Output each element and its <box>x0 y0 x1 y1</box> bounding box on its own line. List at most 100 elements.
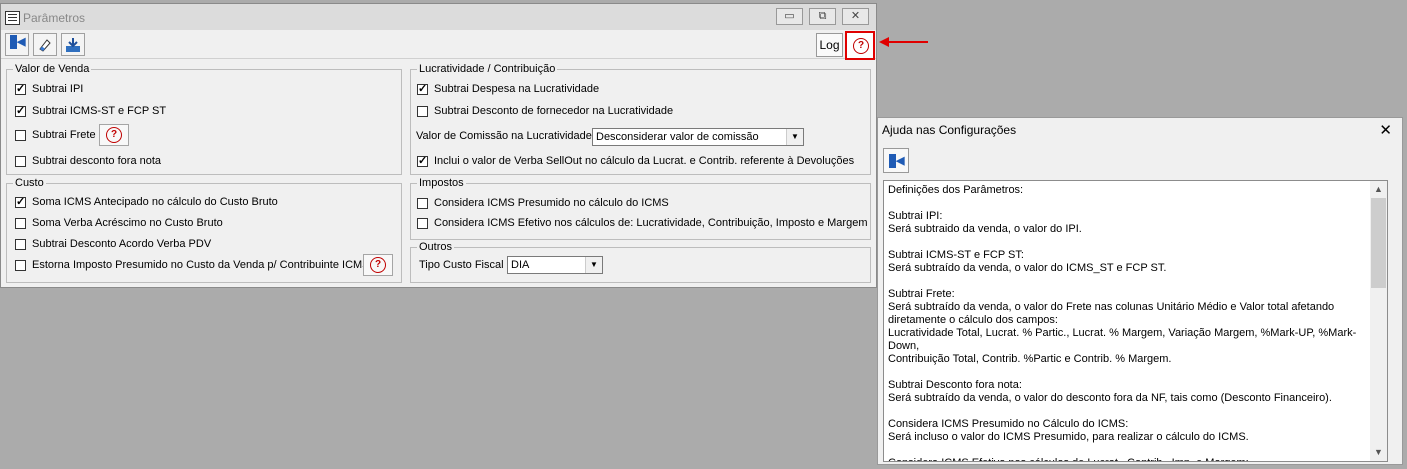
checkbox-box[interactable] <box>15 259 26 271</box>
scroll-up-icon[interactable]: ▲ <box>1370 181 1387 198</box>
exit-button[interactable]: ◀ <box>5 33 29 56</box>
checkbox-label: Subtrai Despesa na Lucratividade <box>434 83 600 95</box>
minimize-button[interactable]: ▭ <box>776 8 803 25</box>
help-text-line: Será subtraido da venda, o valor do IPI. <box>888 223 1082 235</box>
checkbox-box[interactable] <box>15 238 26 250</box>
checkbox-soma-verba-acrescimo[interactable]: Soma Verba Acréscimo no Custo Bruto <box>15 217 223 229</box>
tipo-custo-fiscal-select[interactable]: DIA ▼ <box>507 256 603 274</box>
vertical-scrollbar[interactable]: ▲ ▼ <box>1370 181 1387 461</box>
help-text-line <box>888 405 1367 418</box>
checkbox-box[interactable] <box>15 155 26 167</box>
help-text-line: Subtrai ICMS-ST e FCP ST: <box>888 249 1024 261</box>
checkbox-subtrai-desconto-fornecedor[interactable]: Subtrai Desconto de fornecedor na Lucrat… <box>417 105 673 117</box>
help-text-line <box>888 444 1367 457</box>
comissao-label: Valor de Comissão na Lucratividade: <box>416 130 595 142</box>
close-button[interactable]: ✕ <box>842 8 869 25</box>
checkbox-subtrai-desconto-fora-nota[interactable]: Subtrai desconto fora nota <box>15 155 161 167</box>
help-text-line: Contribuição Total, Contrib. %Partic e C… <box>888 353 1172 365</box>
help-text-line <box>888 275 1367 288</box>
log-button[interactable]: Log <box>816 33 843 57</box>
help-text-line: Será subtraído da venda, o valor do Fret… <box>888 301 1335 313</box>
help-text-line <box>888 236 1367 249</box>
help-exit-button[interactable]: ◀ <box>883 148 909 173</box>
group-legend: Lucratividade / Contribuição <box>419 63 556 75</box>
help-text-line: Considera ICMS Efetivo nos cálculos de L… <box>888 457 1367 461</box>
eraser-button[interactable] <box>33 33 57 56</box>
help-text-line: Considera ICMS Presumido no Cálculo do I… <box>888 418 1129 430</box>
help-window: Ajuda nas Configurações ✕ ◀ Definições d… <box>877 117 1403 465</box>
group-legend: Valor de Venda <box>15 63 90 75</box>
help-text-line: Lucratividade Total, Lucrat. % Partic., … <box>888 327 1357 352</box>
exit-icon: ◀ <box>9 34 25 50</box>
checkbox-box[interactable] <box>15 82 26 95</box>
checkbox-box[interactable] <box>417 154 428 167</box>
checkbox-box[interactable] <box>15 129 26 141</box>
checkbox-soma-icms-antecipado[interactable]: Soma ICMS Antecipado no cálculo do Custo… <box>15 195 278 208</box>
checkbox-box[interactable] <box>15 195 26 208</box>
checkbox-box[interactable] <box>15 104 26 117</box>
help-text-line <box>888 197 1367 210</box>
title-bar: Parâmetros ▭ ⧉ ✕ <box>1 4 876 30</box>
group-legend: Outros <box>419 241 453 253</box>
comissao-value: Desconsiderar valor de comissão <box>596 131 759 143</box>
scroll-down-icon[interactable]: ▼ <box>1370 444 1387 461</box>
checkbox-box[interactable] <box>417 105 428 117</box>
checkbox-considera-icms-presumido[interactable]: Considera ICMS Presumido no cálculo do I… <box>417 197 669 209</box>
tipo-custo-fiscal-label: Tipo Custo Fiscal <box>419 259 504 271</box>
checkbox-label: Considera ICMS Efetivo nos cálculos de: … <box>434 217 868 229</box>
checkbox-inclui-verba-sellout[interactable]: Inclui o valor de Verba SellOut no cálcu… <box>417 154 855 167</box>
chevron-down-icon[interactable]: ▼ <box>786 129 803 145</box>
help-text-line <box>888 366 1367 379</box>
checkbox-box[interactable] <box>417 197 428 209</box>
checkbox-subtrai-despesa[interactable]: Subtrai Despesa na Lucratividade <box>417 82 600 95</box>
help-text-line: diretamente o cálculo dos campos: <box>888 314 1058 326</box>
checkbox-label: Inclui o valor de Verba SellOut no cálcu… <box>434 155 855 167</box>
restore-button[interactable]: ⧉ <box>809 8 836 25</box>
checkbox-label: Considera ICMS Presumido no cálculo do I… <box>434 197 669 209</box>
checkbox-label: Subtrai IPI <box>32 83 84 95</box>
checkbox-box[interactable] <box>417 82 428 95</box>
scrollbar-thumb[interactable] <box>1371 198 1386 288</box>
checkbox-considera-icms-efetivo[interactable]: Considera ICMS Efetivo nos cálculos de: … <box>417 217 868 229</box>
checkbox-label: Subtrai Frete <box>32 129 96 141</box>
eraser-icon <box>39 39 51 52</box>
window-title: Parâmetros <box>23 11 86 25</box>
help-window-title: Ajuda nas Configurações <box>882 123 1017 137</box>
close-icon[interactable]: ✕ <box>1379 121 1392 139</box>
chevron-down-icon[interactable]: ▼ <box>585 257 602 273</box>
checkbox-label: Subtrai ICMS-ST e FCP ST <box>32 105 167 117</box>
help-text-line: Subtrai Frete: <box>888 288 955 300</box>
exit-icon: ◀ <box>888 153 904 169</box>
checkbox-label: Subtrai desconto fora nota <box>32 155 162 167</box>
frete-help-button[interactable]: ? <box>99 124 129 146</box>
parametros-window: Parâmetros ▭ ⧉ ✕ ◀ Log ? Valor de Venda … <box>0 3 877 288</box>
group-legend: Custo <box>15 177 44 189</box>
checkbox-subtrai-desconto-acordo[interactable]: Subtrai Desconto Acordo Verba PDV <box>15 238 211 250</box>
estorna-help-button[interactable]: ? <box>363 254 393 276</box>
checkbox-box[interactable] <box>417 217 428 229</box>
help-text-line: Será subtraído da venda, o valor do ICMS… <box>888 262 1167 274</box>
window-app-icon <box>5 11 20 25</box>
help-text-line: Definições dos Parâmetros: <box>888 184 1024 196</box>
checkbox-subtrai-icms-st[interactable]: Subtrai ICMS-ST e FCP ST <box>15 104 167 117</box>
help-button[interactable]: ? <box>845 31 875 60</box>
help-text: Definições dos Parâmetros: Subtrai IPI: Se… <box>888 184 1367 461</box>
checkbox-label: Subtrai Desconto Acordo Verba PDV <box>32 238 212 250</box>
checkbox-estorna-imposto-presumido[interactable]: Estorna Imposto Presumido no Custo da Ve… <box>15 259 370 271</box>
checkbox-box[interactable] <box>15 217 26 229</box>
tipo-custo-fiscal-value: DIA <box>511 259 530 271</box>
save-button[interactable] <box>61 33 85 56</box>
checkbox-label: Soma Verba Acréscimo no Custo Bruto <box>32 217 223 229</box>
checkbox-label: Subtrai Desconto de fornecedor na Lucrat… <box>434 105 674 117</box>
help-icon: ? <box>370 257 386 273</box>
help-text-line: Subtrai Desconto fora nota: <box>888 379 1022 391</box>
help-text-area[interactable]: Definições dos Parâmetros: Subtrai IPI: Se… <box>883 180 1388 462</box>
checkbox-label: Estorna Imposto Presumido no Custo da Ve… <box>32 259 370 271</box>
help-text-line: Subtrai IPI: <box>888 210 943 222</box>
checkbox-subtrai-ipi[interactable]: Subtrai IPI <box>15 82 84 95</box>
help-icon: ? <box>106 127 122 143</box>
group-legend: Impostos <box>419 177 464 189</box>
help-text-line: Será incluso o valor do ICMS Presumido, … <box>888 431 1249 443</box>
checkbox-subtrai-frete[interactable]: Subtrai Frete <box>15 129 96 141</box>
comissao-select[interactable]: Desconsiderar valor de comissão ▼ <box>592 128 804 146</box>
